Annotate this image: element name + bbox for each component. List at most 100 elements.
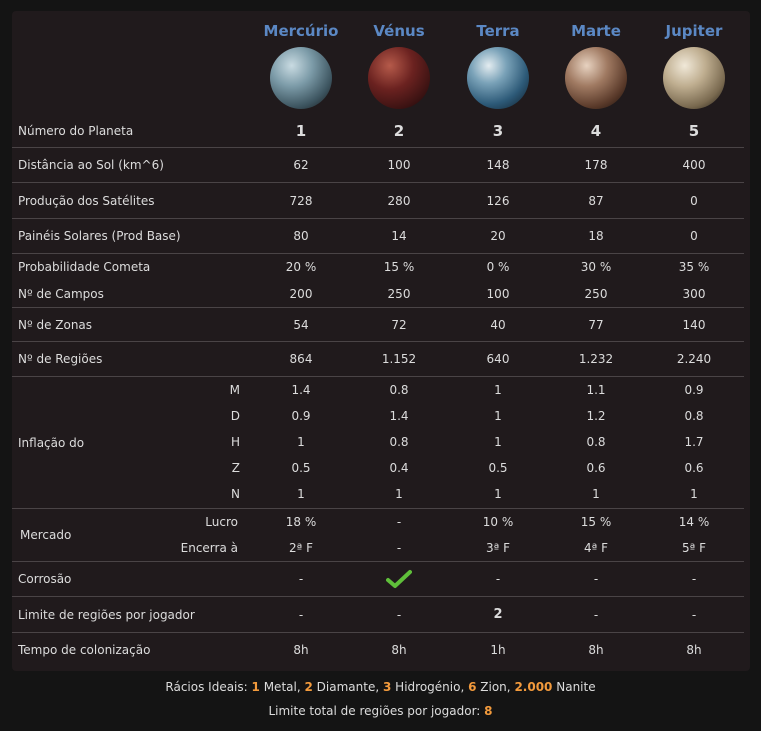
cell: 0: [690, 229, 698, 243]
cell: 0.6: [586, 461, 606, 475]
planet-name: Jupiter: [665, 22, 723, 40]
row-label: Distância ao Sol (km^6): [18, 158, 164, 172]
inflation-key: M: [229, 383, 240, 397]
market-closes-label: Encerra à: [180, 541, 238, 555]
inflation-row-h: H 1 0.8 1 0.8 1.7: [12, 429, 744, 455]
cell: 864: [289, 352, 313, 366]
ratio-value: 2: [304, 680, 313, 694]
cell: -: [396, 541, 402, 555]
row-label: Nº de Zonas: [18, 317, 93, 332]
cell: 14 %: [678, 515, 710, 529]
cell: 100: [387, 158, 411, 172]
cell: 18: [588, 229, 604, 243]
ratio-value: 6: [468, 680, 477, 694]
ratio-name: Diamante: [316, 680, 376, 694]
check-icon: [386, 570, 412, 588]
cell: 18 %: [285, 515, 317, 529]
total-limit-label: Limite total de regiões por jogador:: [268, 704, 481, 718]
cell: 148: [486, 158, 510, 172]
planet-name: Marte: [571, 22, 621, 40]
cell: 8h: [391, 643, 407, 657]
cell: 1: [297, 435, 305, 449]
cell: 4ª F: [583, 541, 608, 555]
cell: 400: [682, 158, 706, 172]
cell: 640: [486, 352, 510, 366]
cell: 72: [391, 317, 407, 332]
cell: 1h: [490, 643, 506, 657]
cell: 15 %: [580, 515, 612, 529]
planet-comparison-panel: Mercúrio Vénus Terra Marte Jupiter Númer…: [12, 11, 750, 671]
planet-mercurio-image: [270, 47, 332, 109]
row-region-limit: Limite de regiões por jogador - - 2 - -: [12, 597, 744, 633]
cell: 0.8: [389, 435, 409, 449]
ratio-value: 1: [251, 680, 260, 694]
cell: -: [495, 572, 501, 586]
cell: 1.1: [586, 383, 606, 397]
cell: 8h: [686, 643, 702, 657]
cell: 1: [395, 487, 403, 501]
cell: 20 %: [285, 260, 317, 274]
cell: 728: [289, 193, 313, 208]
ratio-name: Zion: [480, 680, 507, 694]
cell: 100: [486, 286, 510, 301]
row-label: Limite de regiões por jogador: [18, 607, 195, 622]
cell: 2ª F: [288, 541, 313, 555]
cell: 1: [592, 487, 600, 501]
planet-header-marte: Marte: [541, 11, 651, 109]
inflation-row-m: M 1.4 0.8 1 1.1 0.9: [12, 377, 744, 403]
row-label: Nº de Campos: [18, 286, 104, 301]
cell: 1.7: [684, 435, 704, 449]
row-label: Probabilidade Cometa: [18, 260, 151, 274]
cell: 10 %: [482, 515, 514, 529]
cell: 178: [584, 158, 608, 172]
market-profit-label: Lucro: [205, 515, 238, 529]
cell: 1.152: [381, 352, 417, 366]
cell: -: [691, 607, 697, 622]
cell: 2: [493, 607, 503, 622]
cell: 0.8: [586, 435, 606, 449]
ratio-value: 3: [382, 680, 392, 694]
cell: 0.9: [291, 409, 311, 423]
cell: 0: [690, 193, 698, 208]
cell: 280: [387, 193, 411, 208]
row-corrosion: Corrosão - - - -: [12, 562, 744, 597]
cell: 0 %: [486, 260, 510, 274]
row-label: Nº de Regiões: [18, 352, 103, 366]
cell: 1: [297, 487, 305, 501]
cell: 0.9: [684, 383, 704, 397]
cell: 5: [688, 121, 700, 140]
planet-name: Terra: [476, 22, 520, 40]
cell: [344, 562, 454, 596]
cell: 1.2: [586, 409, 606, 423]
market-row-profit: Lucro 18 % - 10 % 15 % 14 %: [12, 509, 744, 535]
row-planet-number: Número do Planeta 1 2 3 4 5: [12, 114, 744, 148]
row-label: Corrosão: [18, 572, 72, 586]
cell: -: [298, 572, 304, 586]
cell: 1: [494, 487, 502, 501]
cell: -: [298, 607, 304, 622]
row-distance: Distância ao Sol (km^6) 62 100 148 178 4…: [12, 148, 744, 183]
inflation-key: H: [230, 435, 240, 449]
cell: 1.4: [389, 409, 409, 423]
planet-header-venus: Vénus: [344, 11, 454, 109]
ratio-value: 2.000: [514, 680, 553, 694]
cell: 250: [387, 286, 411, 301]
planet-jupiter-image: [663, 47, 725, 109]
cell: -: [396, 515, 402, 529]
cell: 20: [490, 229, 506, 243]
row-zones: Nº de Zonas 54 72 40 77 140: [12, 308, 744, 342]
cell: 8h: [588, 643, 604, 657]
ideal-ratios-label: Rácios Ideais:: [165, 680, 248, 694]
cell: 54: [293, 317, 309, 332]
cell: 0.8: [684, 409, 704, 423]
cell: 15 %: [383, 260, 415, 274]
cell: 1: [494, 435, 502, 449]
cell: 1: [494, 409, 502, 423]
inflation-key: Z: [231, 461, 240, 475]
planet-header-jupiter: Jupiter: [639, 11, 749, 109]
cell: 80: [293, 229, 309, 243]
total-limit-value: 8: [484, 704, 493, 718]
row-satellite-production: Produção dos Satélites 728 280 126 87 0: [12, 183, 744, 219]
cell: 1.232: [578, 352, 614, 366]
cell: 14: [391, 229, 407, 243]
